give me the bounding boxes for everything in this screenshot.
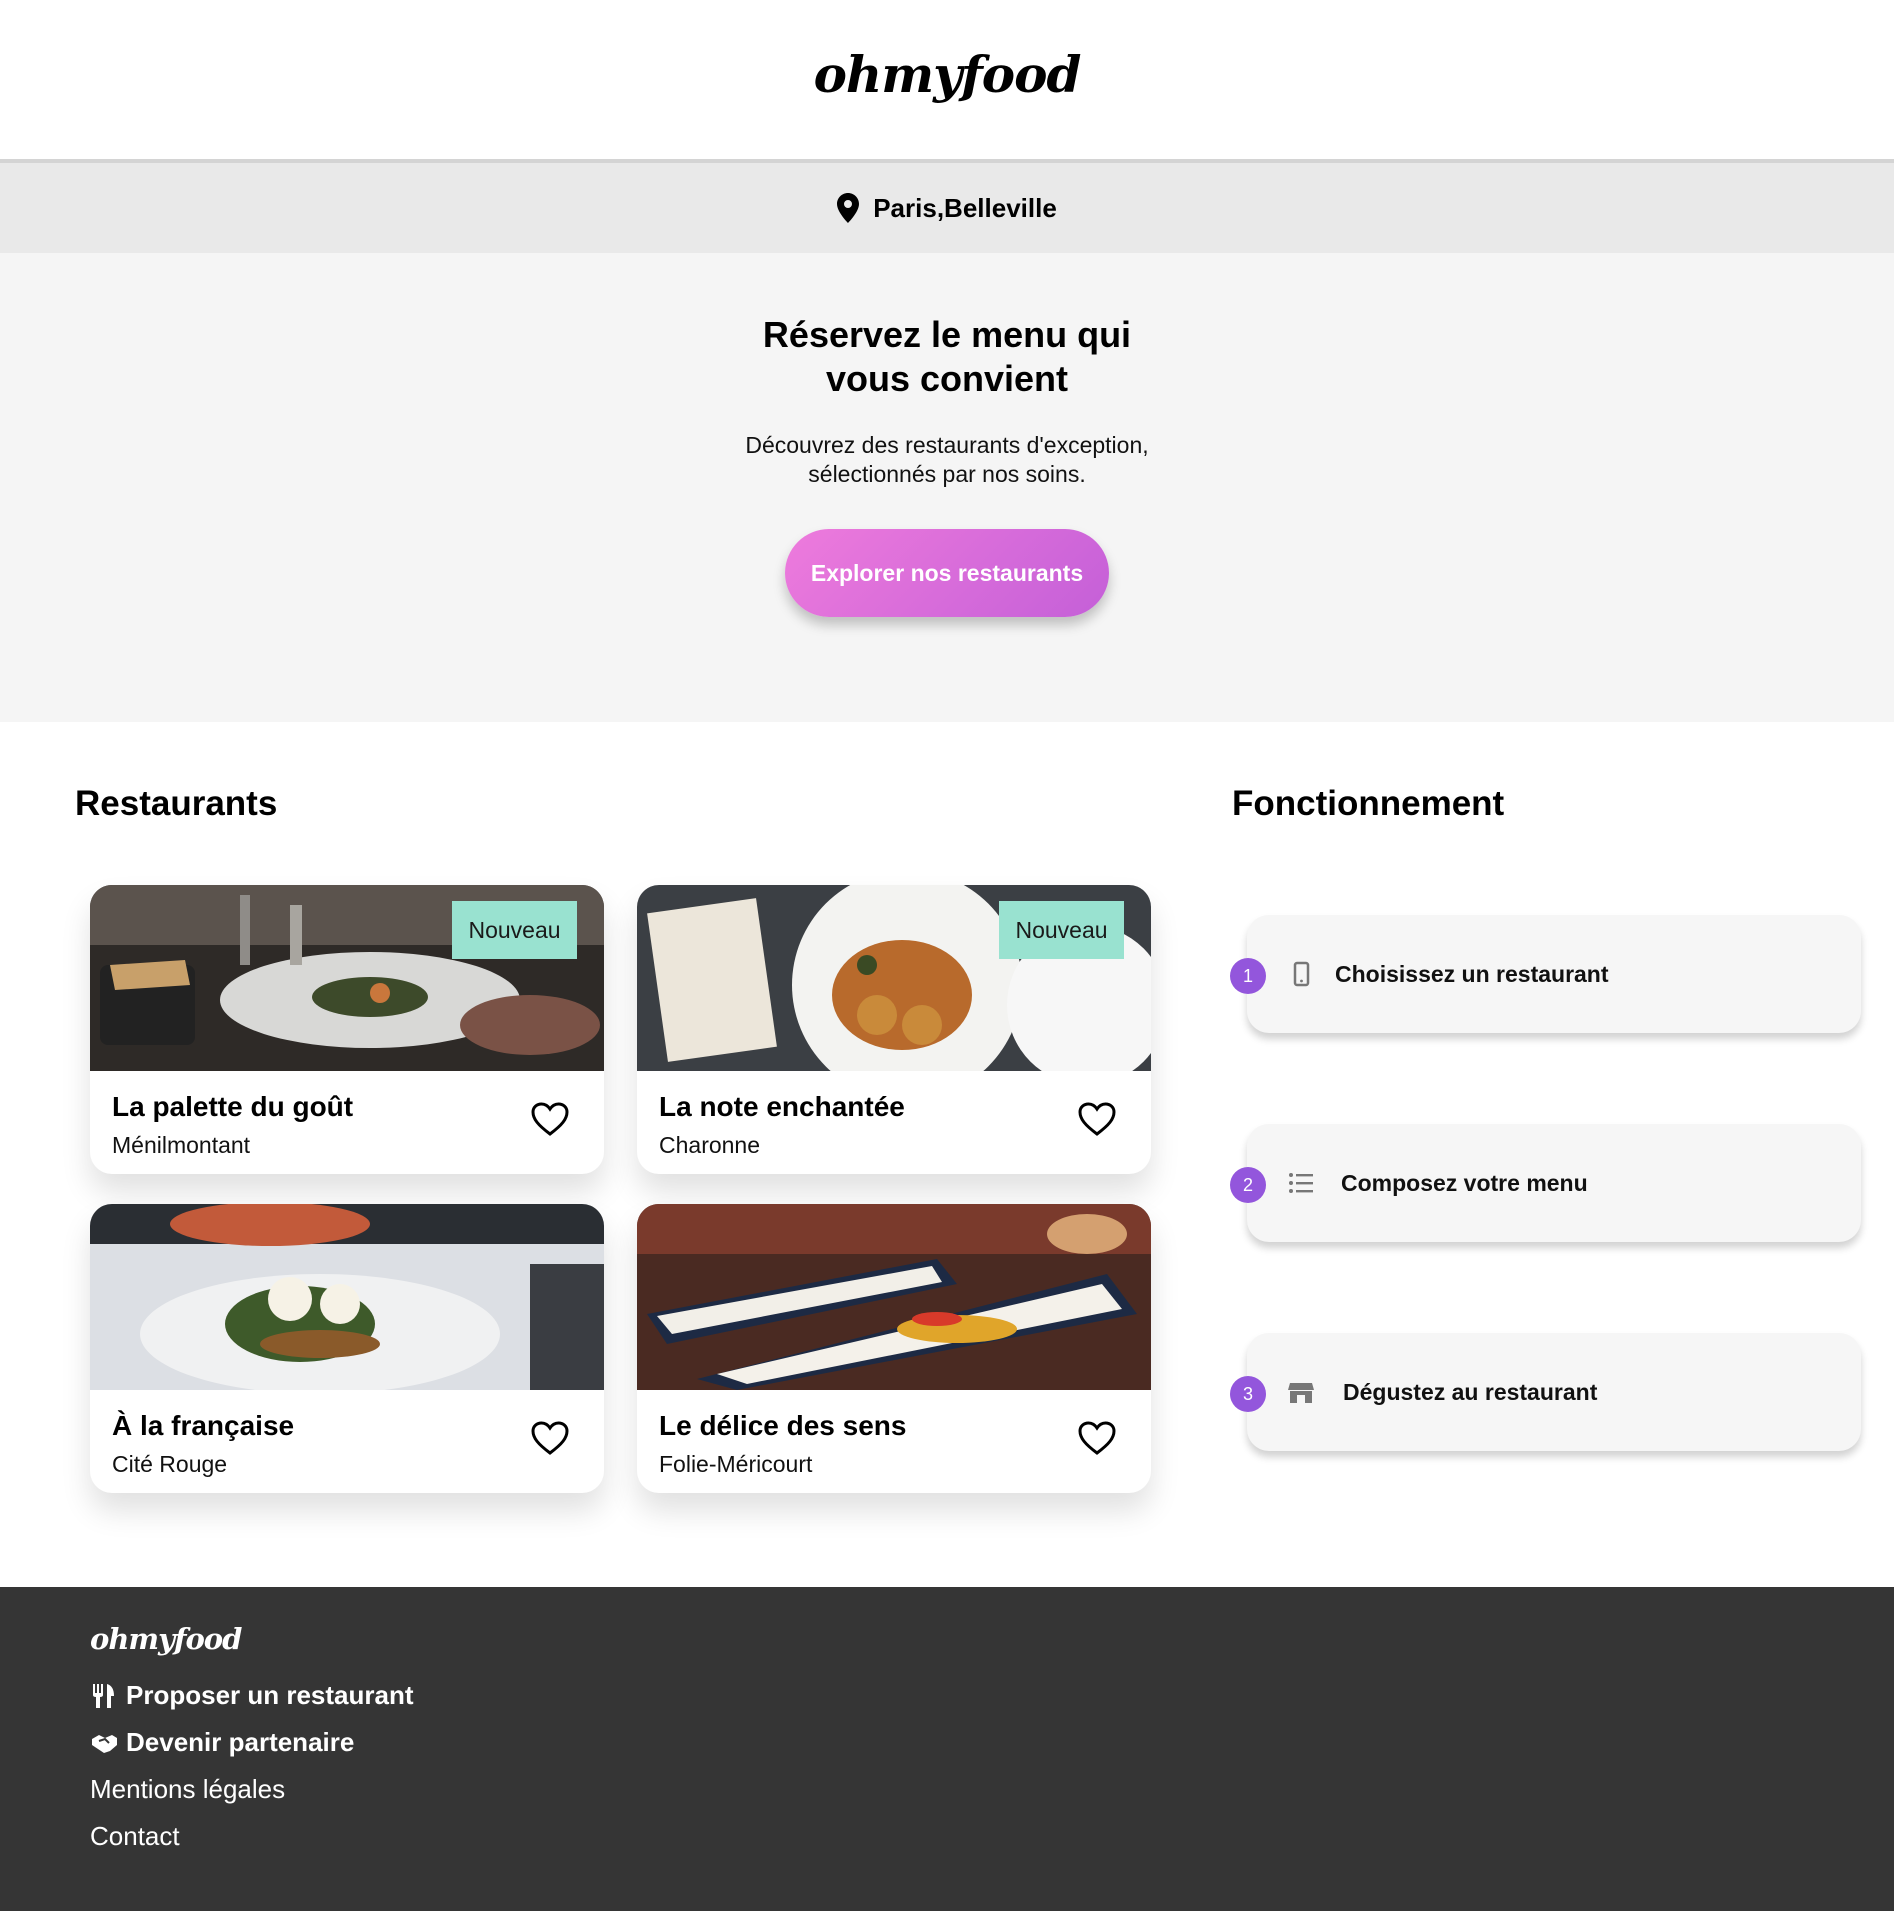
step-number: 1 (1230, 958, 1266, 994)
restaurant-name: Le délice des sens (659, 1410, 907, 1441)
footer-link-legal[interactable]: Mentions légales (90, 1766, 1894, 1813)
location-text: Paris,Belleville (873, 192, 1057, 223)
step-number: 2 (1230, 1167, 1266, 1203)
restaurants-title: Restaurants (75, 784, 278, 823)
restaurant-card[interactable]: Le délice des sens Folie-Méricourt (637, 1204, 1151, 1493)
site-footer: ohmyfood Proposer un restaurant Devenir … (0, 1587, 1894, 1911)
restaurant-photo: Nouveau (637, 885, 1151, 1071)
fonctionnement-title: Fonctionnement (1232, 784, 1505, 823)
heart-icon[interactable] (1077, 1420, 1117, 1456)
restaurant-name: La note enchantée (659, 1091, 905, 1122)
hero-subtitle: Découvrez des restaurants d'exception, s… (745, 432, 1149, 487)
hero-title: Réservez le menu qui vous convient (762, 314, 1132, 399)
restaurant-card[interactable]: Nouveau La palette du goût Ménilmontant (90, 885, 604, 1174)
heart-icon[interactable] (530, 1420, 570, 1456)
mobile-phone-icon (1293, 961, 1310, 987)
footer-link-label: Contact (90, 1821, 180, 1851)
step-number: 3 (1230, 1376, 1266, 1412)
hero-section: Réservez le menu qui vous convient Décou… (0, 253, 1894, 722)
restaurant-name: À la française (112, 1410, 295, 1441)
footer-link-propose-restaurant[interactable]: Proposer un restaurant (90, 1672, 1894, 1719)
restaurant-area: Ménilmontant (112, 1132, 251, 1158)
site-logo[interactable]: ohmyfood (814, 45, 1082, 114)
utensils-icon (93, 1683, 114, 1708)
footer-link-contact[interactable]: Contact (90, 1813, 1894, 1860)
footer-link-label: Mentions légales (90, 1774, 286, 1804)
heart-icon[interactable] (1077, 1101, 1117, 1137)
footer-link-label: Proposer un restaurant (126, 1680, 414, 1710)
main-section: Restaurants Fonctionnement Nouveau La pa… (0, 722, 1894, 1587)
step-compose-menu[interactable]: 2 Composez votre menu (1230, 1124, 1861, 1242)
restaurant-card[interactable]: À la française Cité Rouge (90, 1204, 604, 1493)
list-icon (1289, 1173, 1313, 1193)
restaurant-photo: Nouveau (90, 885, 604, 1071)
restaurant-area: Folie-Méricourt (659, 1451, 813, 1477)
map-pin-icon (837, 193, 860, 223)
new-badge: Nouveau (452, 901, 577, 959)
step-label: Dégustez au restaurant (1343, 1378, 1598, 1405)
step-label: Composez votre menu (1341, 1169, 1588, 1196)
restaurant-card[interactable]: Nouveau La note enchantée Charonne (637, 885, 1151, 1174)
restaurant-area: Cité Rouge (112, 1451, 228, 1477)
footer-link-become-partner[interactable]: Devenir partenaire (90, 1719, 1894, 1766)
restaurant-area: Charonne (659, 1132, 761, 1158)
step-label: Choisissez un restaurant (1335, 960, 1609, 987)
step-choose-restaurant[interactable]: 1 Choisissez un restaurant (1230, 915, 1861, 1033)
site-header: ohmyfood (0, 0, 1894, 163)
handshake-icon (92, 1734, 117, 1753)
explore-restaurants-button[interactable]: Explorer nos restaurants (785, 529, 1109, 617)
heart-icon[interactable] (530, 1101, 570, 1137)
new-badge: Nouveau (999, 901, 1124, 959)
restaurant-photo (90, 1204, 604, 1390)
footer-links: Proposer un restaurant Devenir partenair… (90, 1672, 1894, 1860)
footer-logo[interactable]: ohmyfood (90, 1622, 1894, 1656)
restaurant-photo (637, 1204, 1151, 1390)
restaurant-name: La palette du goût (112, 1091, 354, 1122)
footer-link-label: Devenir partenaire (126, 1727, 355, 1757)
step-enjoy-restaurant[interactable]: 3 Dégustez au restaurant (1230, 1333, 1861, 1451)
location-bar: Paris,Belleville (0, 163, 1894, 253)
store-icon (1288, 1383, 1314, 1403)
